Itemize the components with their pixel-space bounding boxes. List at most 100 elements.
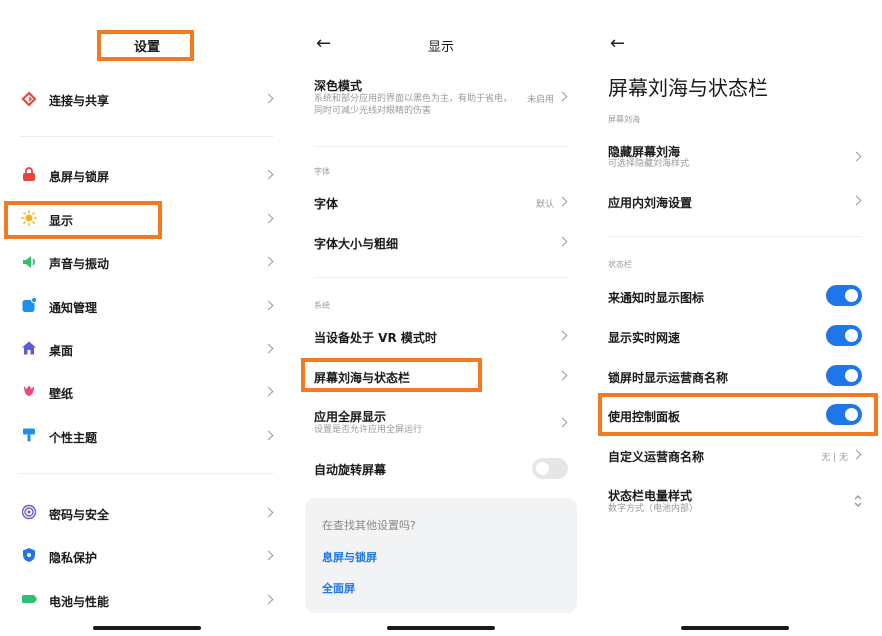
chevron-right-icon xyxy=(263,507,274,518)
settings-item-label: 声音与振动 xyxy=(49,257,110,271)
search-suggestion-card: 在查找其他设置吗? 息屏与锁屏 全面屏 xyxy=(305,498,577,613)
carrier-name-value: 无 | 无 xyxy=(821,453,848,463)
notification-icons-toggle[interactable] xyxy=(826,285,862,306)
share-icon xyxy=(21,91,37,107)
auto-rotate-row: 自动旋转屏幕 xyxy=(294,448,588,488)
chevron-right-icon xyxy=(263,430,274,441)
settings-item-label: 息屏与锁屏 xyxy=(49,170,110,184)
chevron-right-icon xyxy=(557,417,568,428)
font-size-row[interactable]: 字体大小与粗细 xyxy=(294,222,588,262)
chevron-right-icon xyxy=(557,196,568,207)
settings-item-lockscreen[interactable]: 息屏与锁屏 xyxy=(0,155,294,195)
section-label-system: 系统 xyxy=(314,301,330,310)
auto-rotate-label: 自动旋转屏幕 xyxy=(314,463,387,477)
search-link-fullscreen[interactable]: 全面屏 xyxy=(322,580,355,596)
hide-notch-description: 可选择隐藏刘海样式 xyxy=(608,159,690,169)
tulip-icon xyxy=(24,385,34,396)
settings-item-label: 通知管理 xyxy=(49,301,98,315)
dark-mode-value: 未启用 xyxy=(526,95,554,105)
settings-item-label: 连接与共享 xyxy=(49,94,110,108)
network-speed-toggle[interactable] xyxy=(826,325,862,346)
settings-item-wallpaper[interactable]: 壁纸 xyxy=(0,372,294,412)
lock-icon xyxy=(23,167,35,181)
page-title: 屏幕刘海与状态栏 xyxy=(608,76,768,100)
settings-item-privacy[interactable]: 隐私保护 xyxy=(0,536,294,576)
dropdown-updown-icon xyxy=(854,495,862,507)
home-indicator[interactable] xyxy=(387,626,495,630)
auto-rotate-toggle[interactable] xyxy=(532,458,568,479)
divider xyxy=(314,146,568,147)
section-label-notch: 屏幕刘海 xyxy=(608,115,640,124)
toggle-label: 来通知时显示图标 xyxy=(608,291,705,305)
toggle-row-notification-icons: 来通知时显示图标 xyxy=(588,276,882,316)
divider xyxy=(314,277,568,278)
settings-panel: 设置 连接与共享 息屏与锁屏 显示 声音与振动 通知管理 桌面 壁纸 个性主题 … xyxy=(0,0,294,636)
search-suggestion-question: 在查找其他设置吗? xyxy=(322,519,416,532)
settings-item-connection[interactable]: 连接与共享 xyxy=(0,79,294,119)
settings-item-desktop[interactable]: 桌面 xyxy=(0,329,294,369)
section-label-status-bar: 状态栏 xyxy=(608,260,632,269)
shield-icon xyxy=(23,548,35,562)
vr-mode-row[interactable]: 当设备处于 VR 模式时 xyxy=(294,316,588,356)
divider xyxy=(20,136,274,137)
home-indicator[interactable] xyxy=(681,626,789,630)
chevron-right-icon xyxy=(263,300,274,311)
brush-icon xyxy=(23,428,35,442)
settings-item-theme[interactable]: 个性主题 xyxy=(0,416,294,456)
font-label: 字体 xyxy=(314,197,339,211)
app-notch-row[interactable]: 应用内刘海设置 xyxy=(588,181,882,221)
battery-style-row[interactable]: 状态栏电量样式 数字方式（电池内部） xyxy=(588,482,882,522)
settings-item-label: 个性主题 xyxy=(49,431,98,445)
chevron-right-icon xyxy=(851,195,862,206)
carrier-name-label: 自定义运营商名称 xyxy=(608,450,705,464)
toggle-row-network-speed: 显示实时网速 xyxy=(588,316,882,356)
chevron-right-icon xyxy=(851,151,862,162)
toggle-label: 锁屏时显示运营商名称 xyxy=(608,371,729,385)
divider xyxy=(20,473,274,474)
toggle-row-carrier-lockscreen: 锁屏时显示运营商名称 xyxy=(588,356,882,396)
dark-mode-label: 深色模式 xyxy=(314,79,363,93)
app-notch-label: 应用内刘海设置 xyxy=(608,196,693,210)
settings-item-battery[interactable]: 电池与性能 xyxy=(0,580,294,620)
chevron-right-icon xyxy=(263,386,274,397)
chevron-right-icon xyxy=(263,343,274,354)
highlight-title xyxy=(97,30,194,61)
settings-item-notifications[interactable]: 通知管理 xyxy=(0,286,294,326)
fingerprint-icon xyxy=(21,504,37,520)
chevron-right-icon xyxy=(557,236,568,247)
display-panel: ← 显示 深色模式 系统和部分应用的界面以黑色为主，有助于省电， 同时可减少光线… xyxy=(294,0,588,636)
highlight-control-panel xyxy=(598,393,878,436)
chevron-right-icon xyxy=(263,594,274,605)
fullscreen-label: 应用全屏显示 xyxy=(314,410,387,424)
settings-item-sound[interactable]: 声音与振动 xyxy=(0,242,294,282)
fullscreen-description: 设置是否允许应用全屏运行 xyxy=(314,425,423,435)
battery-style-description: 数字方式（电池内部） xyxy=(608,504,699,514)
highlight-display xyxy=(4,201,162,239)
dark-mode-row[interactable]: 深色模式 系统和部分应用的界面以黑色为主，有助于省电， 同时可减少光线对眼睛的伤… xyxy=(294,76,588,122)
settings-item-label: 隐私保护 xyxy=(49,551,98,565)
section-label-font: 字体 xyxy=(314,167,330,176)
highlight-notch-status-bar xyxy=(301,358,482,392)
vr-mode-label: 当设备处于 VR 模式时 xyxy=(314,331,437,345)
settings-item-label: 桌面 xyxy=(49,344,74,358)
carrier-name-row[interactable]: 自定义运营商名称 无 | 无 xyxy=(588,435,882,475)
chevron-right-icon xyxy=(263,213,274,224)
notch-status-bar-panel: ← 屏幕刘海与状态栏 屏幕刘海 隐藏屏幕刘海 可选择隐藏刘海样式 应用内刘海设置… xyxy=(588,0,882,636)
hide-notch-row[interactable]: 隐藏屏幕刘海 可选择隐藏刘海样式 xyxy=(588,138,882,178)
chevron-right-icon xyxy=(557,330,568,341)
dark-mode-description-line2: 同时可减少光线对眼睛的伤害 xyxy=(314,106,432,116)
settings-item-security[interactable]: 密码与安全 xyxy=(0,493,294,533)
carrier-lockscreen-toggle[interactable] xyxy=(826,365,862,386)
fullscreen-row[interactable]: 应用全屏显示 设置是否允许应用全屏运行 xyxy=(294,403,588,443)
font-value: 默认 xyxy=(535,200,554,210)
chevron-right-icon xyxy=(263,256,274,267)
search-link-lockscreen[interactable]: 息屏与锁屏 xyxy=(322,549,377,565)
chevron-right-icon xyxy=(263,93,274,104)
settings-item-label: 电池与性能 xyxy=(49,595,110,609)
font-row[interactable]: 字体 默认 xyxy=(294,182,588,222)
chevron-right-icon xyxy=(557,370,568,381)
home-indicator[interactable] xyxy=(93,626,201,630)
back-arrow-icon[interactable]: ← xyxy=(610,33,625,54)
chevron-right-icon xyxy=(851,449,862,460)
divider xyxy=(608,236,862,237)
